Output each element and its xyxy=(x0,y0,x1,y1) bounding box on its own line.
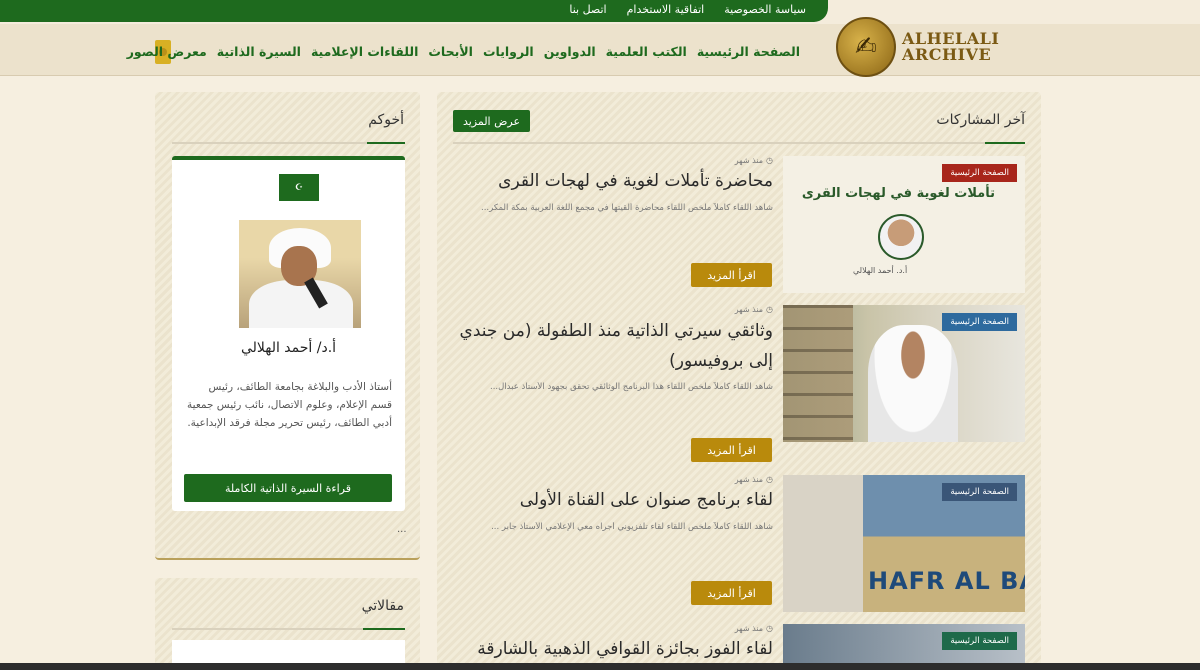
author-name: أ.د/ أحمد الهلالي xyxy=(240,340,337,356)
category-badge[interactable]: الصفحة الرئيسية xyxy=(942,164,1017,182)
latest-posts-title: آخر المشاركات xyxy=(936,112,1025,128)
clock-icon: ◷ xyxy=(766,305,773,314)
thumbnail-text: HAFR AL BAT xyxy=(868,567,1025,595)
privacy-link[interactable]: سياسة الخصوصية xyxy=(724,3,806,16)
author-bio: أستاذ الأدب والبلاغة بجامعة الطائف، رئيس… xyxy=(187,381,392,429)
post-title[interactable]: لقاء برنامج صنوان على القناة الأولى xyxy=(453,486,773,514)
read-more-button[interactable]: اقرأ المزيد xyxy=(691,438,772,462)
post-excerpt: شاهد اللقاء كاملاً ملخص اللقاء هذا البرن… xyxy=(490,382,773,392)
top-links: سياسة الخصوصية اتفاقية الاستخدام اتصل بن… xyxy=(569,3,806,16)
thumbnail-portrait xyxy=(878,214,924,260)
clock-icon: ◷ xyxy=(766,624,773,633)
post-thumbnail[interactable]: تأملات لغوية في لهجات القرى أ.د. أحمد ال… xyxy=(783,156,1025,293)
bookshelf-image xyxy=(783,305,853,442)
nav-item-diwans[interactable]: الدواوين xyxy=(544,44,596,59)
post-title[interactable]: لقاء الفوز بجائزة القوافي الذهبية بالشار… xyxy=(453,635,773,663)
nav-item-home[interactable]: الصفحة الرئيسية xyxy=(697,44,800,59)
main-nav: الصفحة الرئيسية الكتب العلمية الدواوين ا… xyxy=(127,44,800,59)
speaker-image xyxy=(868,325,958,442)
category-badge[interactable]: الصفحة الرئيسية xyxy=(942,313,1017,331)
clock-icon: ◷ xyxy=(766,156,773,165)
logo-text: ALHELALI ARCHIVE xyxy=(902,31,999,63)
site-logo[interactable]: ✍ ALHELALI ARCHIVE xyxy=(836,16,1036,78)
post-body: ◷ منذ شهر لقاء الفوز بجائزة القوافي الذهب… xyxy=(453,624,773,663)
nav-item-novels[interactable]: الروايات xyxy=(483,44,534,59)
thumbnail-title: تأملات لغوية في لهجات القرى xyxy=(801,186,995,201)
nav-item-interviews[interactable]: اللقاءات الإعلامية xyxy=(311,44,418,59)
nav-item-research[interactable]: الأبحاث xyxy=(428,44,473,59)
post-item[interactable]: الصفحة الرئيسية ◷ منذ شهر وثائقي سيرتي ال… xyxy=(453,305,1025,462)
category-badge[interactable]: الصفحة الرئيسية xyxy=(942,632,1017,650)
post-body: ◷ منذ شهر لقاء برنامج صنوان على القناة ال… xyxy=(453,475,773,532)
fingerprint-book-icon: ✍ xyxy=(836,17,896,77)
author-photo xyxy=(239,220,361,328)
post-body: ◷ منذ شهر محاضرة تأملات لغوية في لهجات ال… xyxy=(453,156,773,213)
nav-item-biography[interactable]: السيرة الذاتية xyxy=(217,44,301,59)
terms-link[interactable]: اتفاقية الاستخدام xyxy=(627,3,705,16)
nav-item-gallery[interactable]: معرض الصور xyxy=(127,44,207,59)
articles-title-divider xyxy=(172,628,405,630)
post-thumbnail[interactable]: HAFR AL BAT الصفحة الرئيسية xyxy=(783,475,1025,612)
clock-icon: ◷ xyxy=(766,475,773,484)
guest-image xyxy=(783,475,863,612)
post-time: ◷ منذ شهر xyxy=(734,305,773,314)
thumbnail-subtitle: أ.د. أحمد الهلالي xyxy=(853,266,908,275)
post-item[interactable]: HAFR AL BAT الصفحة الرئيسية ◷منذ شهر لقا… xyxy=(453,475,1025,612)
post-body: ◷ منذ شهر وثائقي سيرتي الذاتية منذ الطفول… xyxy=(453,305,773,392)
post-title[interactable]: وثائقي سيرتي الذاتية منذ الطفولة (من جند… xyxy=(453,316,773,376)
category-badge[interactable]: الصفحة الرئيسية xyxy=(942,483,1017,501)
post-time: ◷ منذ شهر xyxy=(734,156,773,165)
latest-title-divider xyxy=(453,142,1025,144)
author-title-divider xyxy=(172,142,405,144)
post-excerpt: شاهد اللقاء كاملاً ملخص اللقاء محاضرة أل… xyxy=(481,203,773,213)
post-item[interactable]: تأملات لغوية في لهجات القرى أ.د. أحمد ال… xyxy=(453,156,1025,293)
post-item[interactable]: الصفحة الرئيسية ◷ منذ شهر لقاء الفوز بجائ… xyxy=(453,624,1025,664)
author-section-title: أخوكم xyxy=(368,112,404,128)
read-more-button[interactable]: اقرأ المزيد xyxy=(691,263,772,287)
contact-link[interactable]: اتصل بنا xyxy=(569,3,606,16)
author-card: ☪ أ.د/ أحمد الهلالي أستاذ الأدب والبلاغة… xyxy=(172,156,405,511)
taskbar xyxy=(0,663,1200,670)
top-bar: سياسة الخصوصية اتفاقية الاستخدام اتصل بن… xyxy=(0,0,828,22)
post-time: ◷ منذ شهر xyxy=(734,475,773,484)
saudi-flag-icon: ☪ xyxy=(279,174,319,201)
post-excerpt: شاهد اللقاء كاملاً ملخص اللقاء لقاء تلفز… xyxy=(491,522,773,532)
show-more-button[interactable]: عرض المزيد xyxy=(453,110,530,132)
post-time: ◷ منذ شهر xyxy=(734,624,773,633)
post-thumbnail[interactable]: الصفحة الرئيسية xyxy=(783,305,1025,442)
post-thumbnail[interactable]: الصفحة الرئيسية xyxy=(783,624,1025,664)
logo-line-2: ARCHIVE xyxy=(902,45,992,64)
post-title[interactable]: محاضرة تأملات لغوية في لهجات القرى xyxy=(453,167,773,195)
full-biography-button[interactable]: قراءة السيرة الذاتية الكاملة xyxy=(184,474,392,502)
articles-section-title: مقالاتي xyxy=(361,598,404,614)
read-more-button[interactable]: اقرأ المزيد xyxy=(691,581,772,605)
ellipsis-text: ... xyxy=(397,524,407,535)
nav-item-books[interactable]: الكتب العلمية xyxy=(606,44,687,59)
